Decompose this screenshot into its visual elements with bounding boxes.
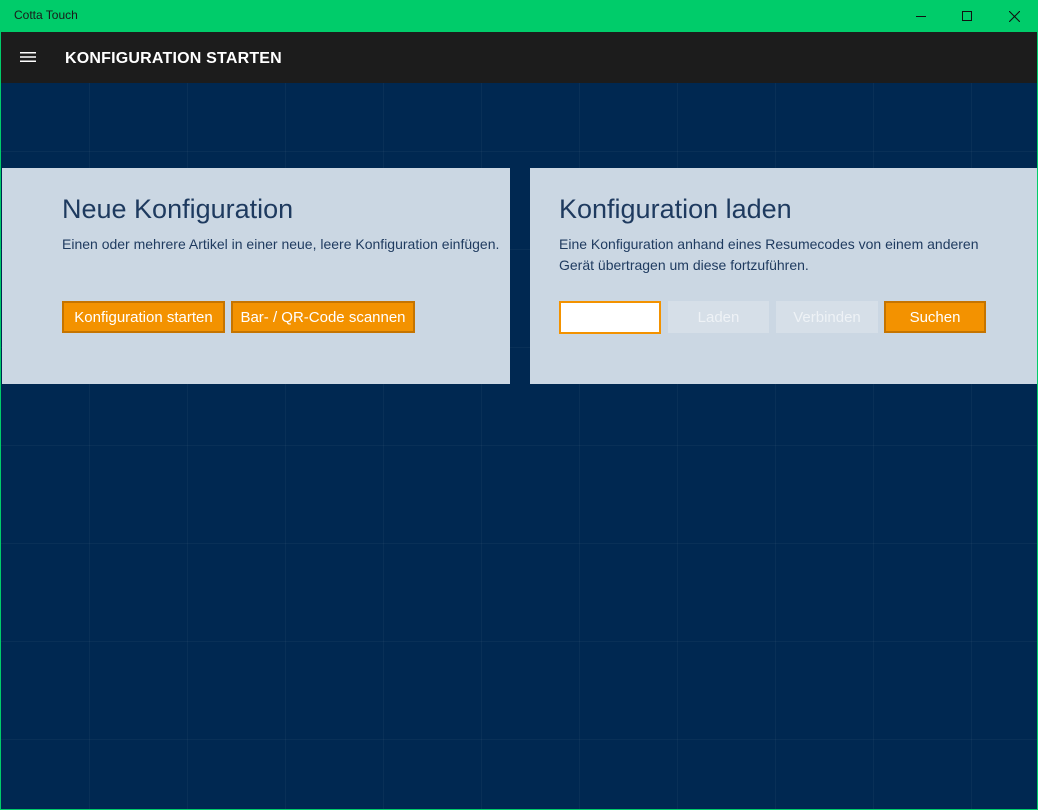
- new-configuration-description: Einen oder mehrere Artikel in einer neue…: [62, 236, 500, 252]
- minimize-button[interactable]: [898, 0, 944, 32]
- new-configuration-panel: Neue Konfiguration Einen oder mehrere Ar…: [2, 168, 510, 384]
- maximize-button[interactable]: [944, 0, 990, 32]
- scan-code-button[interactable]: Bar- / QR-Code scannen: [231, 301, 415, 333]
- maximize-icon: [962, 11, 972, 21]
- close-button[interactable]: [991, 0, 1037, 32]
- hamburger-icon: [20, 52, 36, 62]
- main-content: Neue Konfiguration Einen oder mehrere Ar…: [1, 83, 1037, 809]
- page-title: KONFIGURATION STARTEN: [65, 50, 282, 67]
- search-button[interactable]: Suchen: [884, 301, 986, 333]
- app-header: KONFIGURATION STARTEN: [1, 32, 1037, 83]
- load-button[interactable]: Laden: [668, 301, 769, 333]
- load-configuration-heading: Konfiguration laden: [559, 194, 792, 224]
- app-window: Cotta Touch KONFIGURATION STARTEN Neue K…: [0, 0, 1038, 810]
- title-bar: Cotta Touch: [1, 0, 1037, 32]
- menu-button[interactable]: [13, 42, 43, 72]
- connect-button[interactable]: Verbinden: [776, 301, 878, 333]
- load-configuration-description: Eine Konfiguration anhand eines Resumeco…: [559, 236, 979, 273]
- window-title: Cotta Touch: [14, 8, 78, 22]
- close-icon: [1008, 10, 1020, 22]
- load-configuration-panel: Konfiguration laden Eine Konfiguration a…: [530, 168, 1037, 384]
- resume-code-input[interactable]: [559, 301, 661, 334]
- start-configuration-button[interactable]: Konfiguration starten: [62, 301, 225, 333]
- minimize-icon: [916, 16, 926, 17]
- new-configuration-heading: Neue Konfiguration: [62, 194, 294, 224]
